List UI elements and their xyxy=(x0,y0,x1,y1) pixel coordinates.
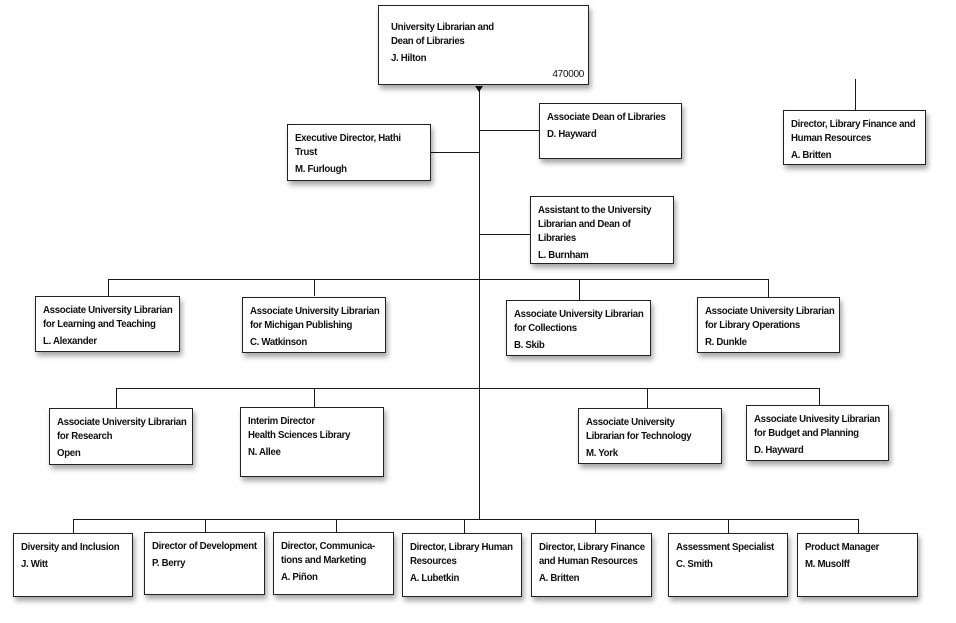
org-box-product-manager: Product Manager M. Musolff xyxy=(797,533,918,597)
connector-hathi xyxy=(430,152,480,153)
position-title: Assistant to the University Librarian an… xyxy=(538,204,652,244)
org-box-university-librarian: University Librarian and Dean of Librari… xyxy=(378,5,589,85)
person-name: D. Hayward xyxy=(547,128,597,140)
tier3-drop-6 xyxy=(728,519,729,534)
tier2-drop-1 xyxy=(116,388,117,408)
person-name: P. Berry xyxy=(152,557,186,569)
position-title: Associate Univesity Librarian for Budget… xyxy=(754,413,880,439)
tier3-drop-4 xyxy=(464,519,465,534)
org-box-finance-hr-detached: Director, Library Finance and Human Reso… xyxy=(783,110,926,165)
position-title: Product Manager xyxy=(805,541,880,553)
tier2-drop-4 xyxy=(819,388,820,405)
org-box-hathi-trust: Executive Director, Hathi Trust M. Furlo… xyxy=(287,124,431,181)
tier2-drop-3 xyxy=(647,388,648,408)
org-box-health-sciences-library: Interim Director Health Sciences Library… xyxy=(240,407,384,477)
person-name: A. Lubetkin xyxy=(410,572,460,584)
org-box-diversity-inclusion: Diversity and Inclusion J. Witt xyxy=(13,533,133,597)
person-name: C. Watkinson xyxy=(250,336,307,348)
connector-finance-top xyxy=(855,79,856,111)
org-box-assessment-specialist: Assessment Specialist C. Smith xyxy=(668,533,788,597)
person-name: A. Britten xyxy=(791,149,832,161)
tier3-drop-5 xyxy=(595,519,596,534)
person-name: D. Hayward xyxy=(754,444,804,456)
tier1-drop-4 xyxy=(768,279,769,297)
tier3-drop-3 xyxy=(336,519,337,532)
position-title: University Librarian and Dean of Librari… xyxy=(391,21,494,47)
org-box-aul-technology: Associate University Librarian for Techn… xyxy=(578,408,722,464)
position-title: Assessment Specialist xyxy=(676,541,774,553)
connector-assocdean xyxy=(479,130,539,131)
org-box-development: Director of Development P. Berry xyxy=(144,532,265,595)
person-name: J. Witt xyxy=(21,558,48,570)
arrow-down-icon xyxy=(475,86,483,92)
tier3-bus xyxy=(73,519,859,520)
position-title: Director, Library Finance and Human Reso… xyxy=(539,541,645,567)
position-title: Executive Director, Hathi Trust xyxy=(295,132,401,158)
org-box-aul-budget-planning: Associate Univesity Librarian for Budget… xyxy=(746,405,889,461)
position-title: Director of Development xyxy=(152,540,257,552)
position-title: Director, Library Human Resources xyxy=(410,541,513,567)
org-box-aul-library-operations: Associate University Librarian for Libra… xyxy=(697,297,840,353)
position-title: Associate University Librarian for Learn… xyxy=(43,304,173,330)
org-box-aul-collections: Associate University Librarian for Colle… xyxy=(506,300,651,356)
org-box-aul-research: Associate University Librarian for Resea… xyxy=(49,408,193,465)
org-box-communications-marketing: Director, Communica- tions and Marketing… xyxy=(273,532,394,595)
position-title: Associate University Librarian for Libra… xyxy=(705,305,835,331)
person-name: L. Alexander xyxy=(43,335,97,347)
position-title: Interim Director Health Sciences Library xyxy=(248,415,351,441)
position-title: Associate University Librarian for Techn… xyxy=(586,416,692,442)
tier2-drop-2 xyxy=(314,388,315,407)
tier1-drop-2 xyxy=(314,279,315,296)
person-name: M. York xyxy=(586,447,618,459)
org-chart: University Librarian and Dean of Librari… xyxy=(0,0,956,623)
position-title: Director, Library Finance and Human Reso… xyxy=(791,118,916,144)
person-name: L. Burnham xyxy=(538,249,589,261)
org-box-library-finance-hr: Director, Library Finance and Human Reso… xyxy=(531,533,652,597)
person-name: C. Smith xyxy=(676,558,713,570)
connector-assistant xyxy=(479,234,531,235)
department-code: 470000 xyxy=(552,69,584,80)
position-title: Associate University Librarian for Resea… xyxy=(57,416,187,442)
org-box-aul-learning-teaching: Associate University Librarian for Learn… xyxy=(35,296,180,352)
org-box-associate-dean: Associate Dean of Libraries D. Hayward xyxy=(539,103,682,159)
tier1-bus xyxy=(108,279,769,280)
person-name: M. Musolff xyxy=(805,558,850,570)
org-box-library-hr: Director, Library Human Resources A. Lub… xyxy=(402,533,522,597)
org-box-assistant-ul: Assistant to the University Librarian an… xyxy=(530,196,674,264)
tier1-drop-1 xyxy=(108,279,109,296)
person-name: B. Skib xyxy=(514,339,545,351)
tier2-bus xyxy=(116,388,820,389)
person-name: N. Allee xyxy=(248,446,281,458)
person-name: J. Hilton xyxy=(391,52,427,64)
org-box-aul-michigan-publishing: Associate University Librarian for Michi… xyxy=(242,297,386,353)
person-name: A. Piñon xyxy=(281,571,318,583)
tier3-drop-7 xyxy=(858,519,859,534)
tier3-drop-1 xyxy=(73,519,74,534)
position-title: Associate University Librarian for Colle… xyxy=(514,308,644,334)
position-title: Diversity and Inclusion xyxy=(21,541,120,553)
position-title: Director, Communica- tions and Marketing xyxy=(281,540,375,566)
person-name: R. Dunkle xyxy=(705,336,747,348)
tier3-drop-2 xyxy=(205,519,206,532)
position-title: Associate University Librarian for Michi… xyxy=(250,305,380,331)
tier1-drop-3 xyxy=(579,279,580,300)
person-name: M. Furlough xyxy=(295,163,347,175)
person-name: A. Britten xyxy=(539,572,580,584)
position-title: Associate Dean of Libraries xyxy=(547,111,666,123)
person-name: Open xyxy=(57,447,81,459)
